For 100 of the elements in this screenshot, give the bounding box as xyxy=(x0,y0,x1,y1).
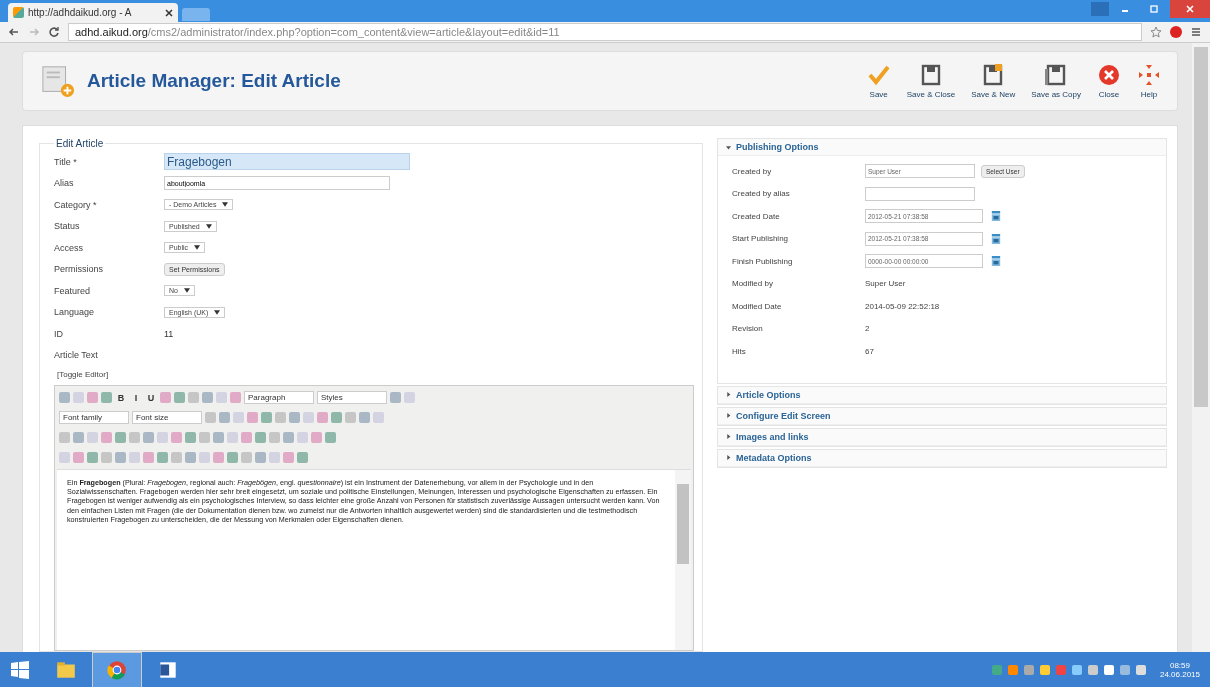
editor-tool-icon[interactable] xyxy=(404,392,415,403)
new-tab-button[interactable] xyxy=(182,8,210,21)
editor-tool-icon[interactable] xyxy=(87,452,98,463)
editor-tool-icon[interactable] xyxy=(241,452,252,463)
editor-tool-icon[interactable] xyxy=(219,412,230,423)
editor-tool-icon[interactable] xyxy=(185,432,196,443)
alias-field[interactable] xyxy=(865,186,975,201)
editor-tool-icon[interactable] xyxy=(227,432,238,443)
editor-tool-icon[interactable] xyxy=(199,432,210,443)
editor-tool-icon[interactable] xyxy=(202,392,213,403)
editor-tool-icon[interactable] xyxy=(115,432,126,443)
editor-tool-icon[interactable] xyxy=(157,452,168,463)
tray-icon[interactable] xyxy=(1023,664,1034,675)
editor-tool-icon[interactable] xyxy=(331,412,342,423)
menu-icon[interactable] xyxy=(1190,26,1202,38)
back-icon[interactable] xyxy=(8,26,20,38)
editor-tool-icon[interactable] xyxy=(359,412,370,423)
format-dropdown[interactable]: Paragraph xyxy=(244,391,314,404)
editor-tool-icon[interactable] xyxy=(171,452,182,463)
tray-icon[interactable] xyxy=(1007,664,1018,675)
editor-tool-icon[interactable] xyxy=(73,392,84,403)
editor-tool-icon[interactable] xyxy=(283,452,294,463)
editor-tool-icon[interactable] xyxy=(325,432,336,443)
editor-tool-icon[interactable] xyxy=(129,432,140,443)
editor-tool-icon[interactable] xyxy=(303,412,314,423)
toolbar-button[interactable]: Save & Close xyxy=(900,61,962,101)
editor-tool-icon[interactable] xyxy=(213,452,224,463)
editor-tool-icon[interactable] xyxy=(241,432,252,443)
editor-tool-icon[interactable] xyxy=(115,452,126,463)
editor-tool-icon[interactable] xyxy=(101,452,112,463)
editor-tool-icon[interactable] xyxy=(199,452,210,463)
editor-tool-icon[interactable] xyxy=(247,412,258,423)
editor-tool-icon[interactable] xyxy=(230,392,241,403)
editor-tool-icon[interactable] xyxy=(143,452,154,463)
editor-tool-icon[interactable] xyxy=(216,392,227,403)
editor-tool-icon[interactable] xyxy=(269,452,280,463)
format-dropdown[interactable]: Styles xyxy=(317,391,387,404)
editor-tool-icon[interactable] xyxy=(59,392,70,403)
editor-tool-icon[interactable] xyxy=(87,432,98,443)
star-icon[interactable] xyxy=(1150,26,1162,38)
windows-icon[interactable] xyxy=(10,659,30,680)
toolbar-button[interactable]: Save xyxy=(860,61,897,101)
tray-icon[interactable] xyxy=(1135,664,1146,675)
format-dropdown[interactable]: Font size xyxy=(132,411,202,424)
editor-tool-icon[interactable] xyxy=(255,432,266,443)
editor-tool-icon[interactable] xyxy=(73,452,84,463)
editor-tool-icon[interactable] xyxy=(87,392,98,403)
close-icon[interactable] xyxy=(165,8,173,17)
tray-icon[interactable] xyxy=(1119,664,1130,675)
editor-tool-icon[interactable] xyxy=(297,452,308,463)
browser-tab[interactable]: http://adhdaikud.org - A xyxy=(8,3,178,22)
forward-icon[interactable] xyxy=(28,26,40,38)
editor-tool-icon[interactable] xyxy=(269,432,280,443)
editor-tool-icon[interactable] xyxy=(73,432,84,443)
editor-tool-icon[interactable] xyxy=(129,452,140,463)
editor-tool-icon[interactable] xyxy=(311,432,322,443)
editor-tool-icon[interactable] xyxy=(255,452,266,463)
stop-sign-icon[interactable] xyxy=(1170,26,1182,38)
editor-tool-icon[interactable] xyxy=(59,432,70,443)
editor-tool-icon[interactable] xyxy=(289,412,300,423)
editor-tool-icon[interactable] xyxy=(171,432,182,443)
toolbar-button[interactable]: Help xyxy=(1131,61,1167,101)
format-button[interactable]: I xyxy=(130,392,142,403)
toolbar-button[interactable]: Save & New xyxy=(965,61,1022,101)
editor-tool-icon[interactable] xyxy=(317,412,328,423)
calendar-icon[interactable] xyxy=(991,255,1001,268)
editor-tool-icon[interactable] xyxy=(345,412,356,423)
calendar-icon[interactable] xyxy=(991,232,1001,245)
editor-tool-icon[interactable] xyxy=(101,432,112,443)
editor-tool-icon[interactable] xyxy=(188,392,199,403)
editor-tool-icon[interactable] xyxy=(205,412,216,423)
format-button[interactable]: U xyxy=(145,392,157,403)
reload-icon[interactable] xyxy=(48,26,60,38)
title-field[interactable]: Fragebogen xyxy=(164,153,410,171)
calendar-icon[interactable] xyxy=(991,210,1001,223)
accordion-header[interactable]: Metadata Options xyxy=(718,449,1166,467)
accordion-header[interactable]: Configure Edit Screen xyxy=(718,407,1166,425)
editor-tool-icon[interactable] xyxy=(101,392,112,403)
editor-tool-icon[interactable] xyxy=(261,412,272,423)
editor-tool-icon[interactable] xyxy=(373,412,384,423)
toolbar-button[interactable]: Close xyxy=(1091,61,1127,101)
editor-tool-icon[interactable] xyxy=(59,452,70,463)
clock[interactable]: 08:59 24.06.2015 xyxy=(1159,660,1200,679)
editor-tool-icon[interactable] xyxy=(174,392,185,403)
editor-tool-icon[interactable] xyxy=(213,432,224,443)
editor-tool-icon[interactable] xyxy=(143,432,154,443)
editor-tool-icon[interactable] xyxy=(185,452,196,463)
editor-tool-icon[interactable] xyxy=(297,432,308,443)
editor-tool-icon[interactable] xyxy=(283,432,294,443)
format-button[interactable]: B xyxy=(115,392,127,403)
tray-icon[interactable] xyxy=(1071,664,1082,675)
editor-tool-icon[interactable] xyxy=(233,412,244,423)
tray-icon[interactable] xyxy=(1039,664,1050,675)
toggle-editor-link[interactable]: [Toggle Editor] xyxy=(57,370,109,379)
accordion-header[interactable]: Images and links xyxy=(718,428,1166,446)
toolbar-button[interactable]: Save as Copy xyxy=(1025,61,1087,101)
editor-tool-icon[interactable] xyxy=(157,432,168,443)
editor-tool-icon[interactable] xyxy=(390,392,401,403)
editor-tool-icon[interactable] xyxy=(275,412,286,423)
address-field[interactable]: adhd.aikud.org/cms2/administrator/index.php?option=com_content&view=article&layout=edit&id=11 xyxy=(68,23,1142,41)
